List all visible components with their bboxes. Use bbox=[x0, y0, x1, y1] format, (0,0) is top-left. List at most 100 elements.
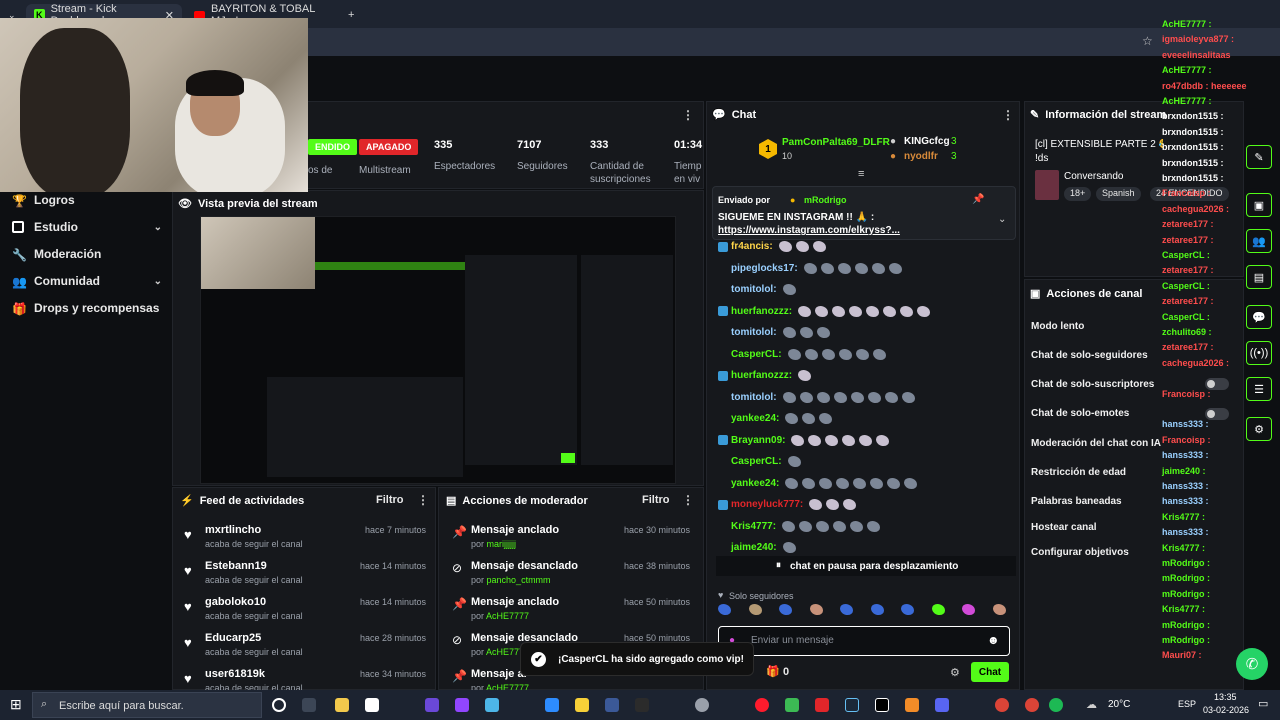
chat-message[interactable]: fr4ancis: bbox=[718, 241, 830, 252]
feed-menu-icon[interactable]: ⋮ bbox=[417, 493, 429, 507]
chat-message[interactable]: pipeglocks17: bbox=[718, 262, 906, 274]
chat-username[interactable]: huerfanozzz: bbox=[731, 306, 792, 317]
feed-filter-button[interactable]: Filtro bbox=[376, 494, 404, 506]
app-orange-icon[interactable] bbox=[905, 698, 919, 712]
sidebar-item-logros[interactable]: 🏆 Logros bbox=[12, 193, 162, 208]
channel-action-item[interactable]: Chat de solo-seguidores bbox=[1031, 350, 1148, 361]
feed-item[interactable]: ♥ mxrtlincho acaba de seguir el canal hace … bbox=[184, 524, 430, 558]
chat-username[interactable]: CasperCL: bbox=[731, 349, 782, 360]
channel-action-item[interactable]: Chat de solo-suscriptores bbox=[1031, 379, 1154, 390]
channel-action-item[interactable]: Restricción de edad bbox=[1031, 467, 1126, 478]
emoji-icon[interactable]: ☻ bbox=[987, 633, 1000, 647]
feed-item[interactable]: ♥ Educarp25 acaba de seguir el canal hace 2… bbox=[184, 632, 430, 666]
users-tool-button[interactable]: 👥 bbox=[1246, 229, 1272, 253]
chat-message[interactable]: tomitolol: bbox=[718, 327, 834, 338]
chat-username[interactable]: yankee24: bbox=[731, 413, 779, 424]
chat-message[interactable]: huerfanozzz: bbox=[718, 370, 815, 381]
opera-icon[interactable] bbox=[755, 698, 769, 712]
whatsapp-icon[interactable]: ✆ bbox=[1236, 648, 1268, 680]
stream-preview-video[interactable] bbox=[200, 216, 676, 484]
third-gifter-name[interactable]: nyodlfr bbox=[904, 151, 938, 162]
emote[interactable] bbox=[931, 604, 945, 615]
second-gifter-name[interactable]: KINGcfcg bbox=[904, 136, 950, 147]
emotes-only-toggle[interactable] bbox=[1205, 408, 1229, 420]
twitch-icon[interactable] bbox=[455, 698, 469, 712]
chrome-icon[interactable] bbox=[995, 698, 1009, 712]
chrome-icon[interactable] bbox=[1025, 698, 1039, 712]
chat-username[interactable]: tomitolol: bbox=[731, 284, 777, 295]
emote[interactable] bbox=[992, 604, 1006, 615]
copilot-icon[interactable] bbox=[425, 698, 439, 712]
chat-message[interactable]: Kris4777: bbox=[718, 520, 884, 532]
task-view-icon[interactable] bbox=[302, 698, 316, 712]
chat-username[interactable]: moneyluck777: bbox=[731, 499, 803, 510]
app-icon[interactable] bbox=[605, 698, 619, 712]
sidebar-item-drops[interactable]: 🎁 Drops y recompensas bbox=[12, 301, 162, 316]
stats-menu-icon[interactable]: ⋮ bbox=[682, 108, 694, 122]
feed-item[interactable]: ♥ gaboloko10 acaba de seguir el canal hace … bbox=[184, 596, 430, 630]
notepad-icon[interactable] bbox=[365, 698, 379, 712]
mod-action-user[interactable]: AcHE7777 bbox=[486, 611, 529, 621]
emote[interactable] bbox=[962, 604, 976, 615]
document-tool-button[interactable]: ▤ bbox=[1246, 265, 1272, 289]
sidebar-item-moderacion[interactable]: 🔧 Moderación bbox=[12, 247, 162, 262]
mod-action-user[interactable]: pancho_ctmmm bbox=[487, 575, 551, 585]
feed-username[interactable]: mxrtlincho bbox=[205, 524, 261, 536]
chat-message[interactable]: jaime240: bbox=[718, 542, 800, 553]
zoom-icon[interactable] bbox=[545, 698, 559, 712]
new-tab-button[interactable]: + bbox=[340, 4, 362, 26]
pencil-tool-button[interactable]: ✎ bbox=[1246, 145, 1272, 169]
mod-action-item[interactable]: ⊘ Mensaje desanclado por pancho_ctmmm hace … bbox=[450, 560, 694, 594]
chat-message[interactable]: yankee24: bbox=[718, 413, 836, 424]
spotify-icon[interactable] bbox=[1049, 698, 1063, 712]
chest-icon[interactable]: 🎁 bbox=[766, 665, 780, 678]
capcut-icon[interactable] bbox=[635, 698, 649, 712]
collapse-leaderboard-icon[interactable]: ≡ bbox=[858, 168, 864, 180]
pin-icon[interactable]: 📌 bbox=[972, 194, 984, 205]
channel-action-item[interactable]: Chat de solo-emotes bbox=[1031, 408, 1129, 419]
emote[interactable] bbox=[809, 604, 823, 615]
sidebar-item-comunidad[interactable]: 👥 Comunidad ⌄ bbox=[12, 274, 162, 289]
chat-username[interactable]: Kris4777: bbox=[731, 521, 776, 532]
chat-send-button[interactable]: Chat bbox=[971, 662, 1009, 682]
channel-action-item[interactable]: Palabras baneadas bbox=[1031, 496, 1122, 507]
gear-icon[interactable]: ⚙ bbox=[950, 666, 960, 679]
channel-action-item[interactable]: Moderación del chat con IA bbox=[1031, 438, 1161, 449]
top-gifter-name[interactable]: PamConPalta69_DLFR bbox=[782, 137, 890, 148]
settings-tool-button[interactable]: ⚙ bbox=[1246, 417, 1272, 441]
chat-username[interactable]: tomitolol: bbox=[731, 327, 777, 338]
weather-temp[interactable]: 20°C bbox=[1108, 699, 1130, 710]
taskbar-search[interactable]: ⌕ Escribe aquí para buscar. bbox=[32, 692, 262, 718]
discord-icon[interactable] bbox=[935, 698, 949, 712]
chat-username[interactable]: Brayann09: bbox=[731, 435, 785, 446]
channel-action-item[interactable]: Modo lento bbox=[1031, 321, 1084, 332]
mod-menu-icon[interactable]: ⋮ bbox=[682, 493, 694, 507]
list-tool-button[interactable]: ☰ bbox=[1246, 377, 1272, 401]
sticky-notes-icon[interactable] bbox=[575, 698, 589, 712]
chat-username[interactable]: jaime240: bbox=[731, 542, 777, 553]
chat-message[interactable]: huerfanozzz: bbox=[718, 305, 934, 317]
chat-message[interactable]: yankee24: bbox=[718, 477, 921, 489]
file-explorer-icon[interactable] bbox=[335, 698, 349, 712]
feed-username[interactable]: Estebann19 bbox=[205, 560, 267, 572]
chat-username[interactable]: CasperCL: bbox=[731, 456, 782, 467]
emote[interactable] bbox=[779, 604, 793, 615]
chat-tool-button[interactable]: 💬 bbox=[1246, 305, 1272, 329]
windows-start-icon[interactable]: ⊞ bbox=[10, 696, 22, 713]
chevron-down-icon[interactable]: ⌄ bbox=[998, 214, 1006, 225]
chat-paused-bar[interactable]: ⏸ chat en pausa para desplazamiento bbox=[716, 556, 1016, 576]
emote[interactable] bbox=[718, 604, 731, 615]
chat-message[interactable]: CasperCL: bbox=[718, 456, 805, 467]
clock-time[interactable]: 13:35 bbox=[1214, 692, 1237, 702]
pinned-sender[interactable]: mRodrigo bbox=[804, 195, 847, 205]
drive-icon[interactable] bbox=[485, 698, 499, 712]
bookmark-star-icon[interactable]: ☆ bbox=[1142, 34, 1153, 48]
broadcast-tool-button[interactable]: ((•)) bbox=[1246, 341, 1272, 365]
chat-username[interactable]: yankee24: bbox=[731, 478, 779, 489]
mod-action-item[interactable]: 📌 Mensaje anclado por marijjjjjj hace 30 mi… bbox=[450, 524, 694, 558]
steam-icon[interactable] bbox=[845, 698, 859, 712]
clock-date[interactable]: 03-02-2026 bbox=[1203, 705, 1249, 715]
chat-message[interactable]: tomitolol: bbox=[718, 284, 800, 295]
feed-item[interactable]: ♥ Estebann19 acaba de seguir el canal hace … bbox=[184, 560, 430, 594]
chat-input[interactable]: ● Enviar un mensaje ☻ bbox=[718, 626, 1010, 656]
